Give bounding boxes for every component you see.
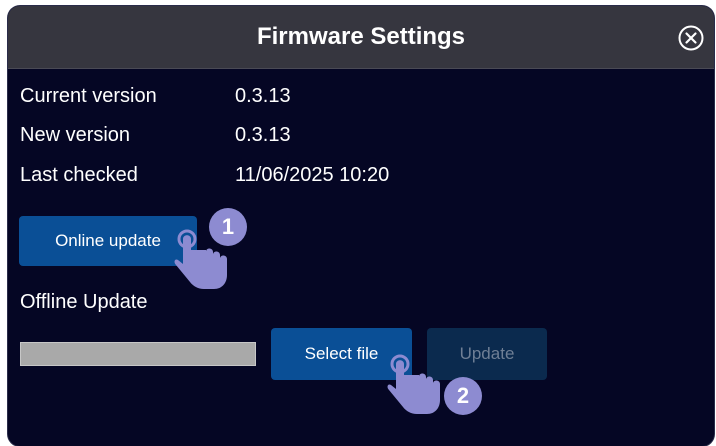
- close-button[interactable]: [677, 24, 705, 52]
- offline-update-label: Offline Update: [20, 291, 148, 313]
- dialog-titlebar: Firmware Settings: [8, 6, 714, 69]
- last-checked-value: 11/06/2025 10:20: [235, 164, 390, 186]
- file-path-field[interactable]: [20, 342, 256, 366]
- new-version-value: 0.3.13: [235, 124, 291, 146]
- firmware-settings-dialog: Firmware Settings Current version 0.3.13…: [8, 6, 714, 446]
- new-version-label: New version: [20, 124, 131, 146]
- online-update-button[interactable]: Online update: [19, 216, 197, 266]
- current-version-value: 0.3.13: [235, 85, 291, 107]
- current-version-label: Current version: [20, 85, 157, 107]
- update-button: Update: [427, 328, 547, 380]
- last-checked-label: Last checked: [20, 164, 138, 186]
- pointing-hand-icon: [387, 354, 440, 414]
- step-2-badge: 2: [444, 377, 482, 415]
- close-circle-icon: [678, 25, 704, 51]
- dialog-title: Firmware Settings: [256, 23, 466, 50]
- pointing-hand-icon: [174, 229, 227, 289]
